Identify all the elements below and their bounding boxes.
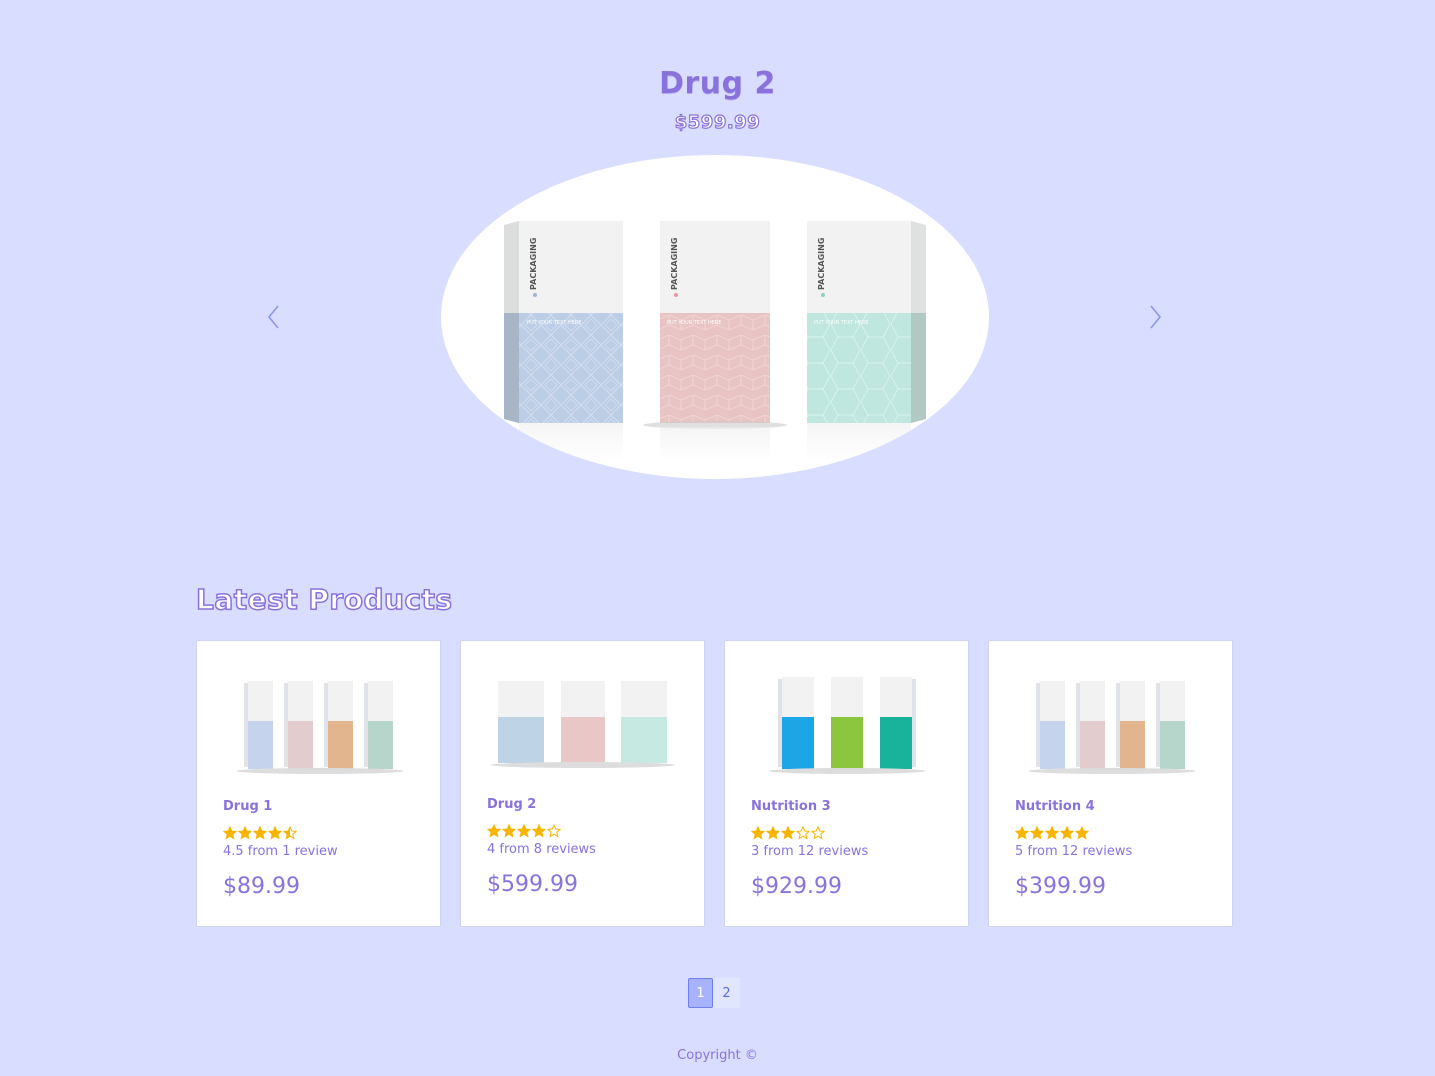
star-full-icon [766, 826, 780, 840]
star-full-icon [1015, 826, 1029, 840]
product-price: $399.99 [1015, 874, 1106, 899]
svg-text:PUT YOUR TEXT HERE: PUT YOUR TEXT HERE [527, 320, 582, 326]
star-full-icon [781, 826, 795, 840]
star-empty-icon [547, 824, 561, 838]
latest-products-heading: Latest Products [195, 582, 453, 617]
star-full-icon [1075, 826, 1089, 840]
product-card[interactable]: Drug 2 4 from 8 reviews $599.99 [460, 640, 705, 927]
product-name[interactable]: Drug 1 [223, 799, 272, 814]
carousel-next-button[interactable] [1143, 302, 1167, 332]
footer-copyright: Copyright © [677, 1048, 758, 1063]
product-price: $599.99 [487, 872, 578, 897]
product-price: $89.99 [223, 874, 300, 899]
star-half-icon [283, 826, 297, 840]
star-full-icon [223, 826, 237, 840]
product-card[interactable]: Nutrition 4 5 from 12 reviews $399.99 [988, 640, 1233, 927]
review-count: 4.5 from 1 review [223, 844, 338, 859]
star-empty-icon [811, 826, 825, 840]
chevron-left-icon [267, 305, 279, 329]
product-price: $929.99 [751, 874, 842, 899]
rating-stars [223, 826, 297, 840]
star-empty-icon [796, 826, 810, 840]
product-card[interactable]: Drug 1 4.5 from 1 review $89.99 [196, 640, 441, 927]
star-full-icon [1030, 826, 1044, 840]
star-full-icon [532, 824, 546, 838]
star-full-icon [1045, 826, 1059, 840]
page-button-2[interactable]: 2 [713, 978, 740, 1008]
review-count: 3 from 12 reviews [751, 844, 869, 859]
product-image[interactable] [1009, 669, 1214, 789]
product-name[interactable]: Nutrition 3 [751, 799, 831, 814]
rating-stars [751, 826, 825, 840]
product-image[interactable] [481, 669, 686, 789]
star-full-icon [487, 824, 501, 838]
star-full-icon [253, 826, 267, 840]
featured-product-title[interactable]: Drug 2 [0, 66, 1435, 101]
svg-text:PUT YOUR TEXT HERE: PUT YOUR TEXT HERE [814, 320, 869, 326]
star-full-icon [502, 824, 516, 838]
svg-text:PUT YOUR TEXT HERE: PUT YOUR TEXT HERE [667, 320, 722, 326]
product-name[interactable]: Nutrition 4 [1015, 799, 1095, 814]
page-button-1[interactable]: 1 [688, 978, 713, 1008]
featured-carousel: Drug 2 $599.99 PACKAGING PUT YOUR TEXT H… [0, 0, 1435, 540]
star-full-icon [751, 826, 765, 840]
review-count: 5 from 12 reviews [1015, 844, 1133, 859]
chevron-right-icon [1150, 305, 1162, 329]
rating-stars [1015, 826, 1089, 840]
pagination: 1 2 [688, 978, 740, 1008]
rating-stars [487, 824, 561, 838]
svg-text:PACKAGING: PACKAGING [529, 238, 538, 290]
carousel-prev-button[interactable] [262, 302, 286, 332]
svg-text:PACKAGING: PACKAGING [670, 238, 679, 290]
svg-text:PACKAGING: PACKAGING [817, 238, 826, 290]
featured-product-price: $599.99 [674, 111, 761, 133]
star-full-icon [517, 824, 531, 838]
review-count: 4 from 8 reviews [487, 842, 596, 857]
product-image[interactable] [745, 669, 950, 789]
box-mint: PACKAGING PUT YOUR TEXT HERE [807, 221, 926, 461]
box-blue: PACKAGING PUT YOUR TEXT HERE [504, 221, 623, 461]
featured-product-image[interactable]: PACKAGING PUT YOUR TEXT HERE PACKAGING P… [441, 155, 989, 479]
star-full-icon [238, 826, 252, 840]
product-image[interactable] [217, 669, 422, 789]
star-full-icon [1060, 826, 1074, 840]
star-full-icon [268, 826, 282, 840]
product-card[interactable]: Nutrition 3 3 from 12 reviews $929.99 [724, 640, 969, 927]
product-name[interactable]: Drug 2 [487, 797, 536, 812]
box-pink: PACKAGING PUT YOUR TEXT HERE [643, 221, 787, 461]
